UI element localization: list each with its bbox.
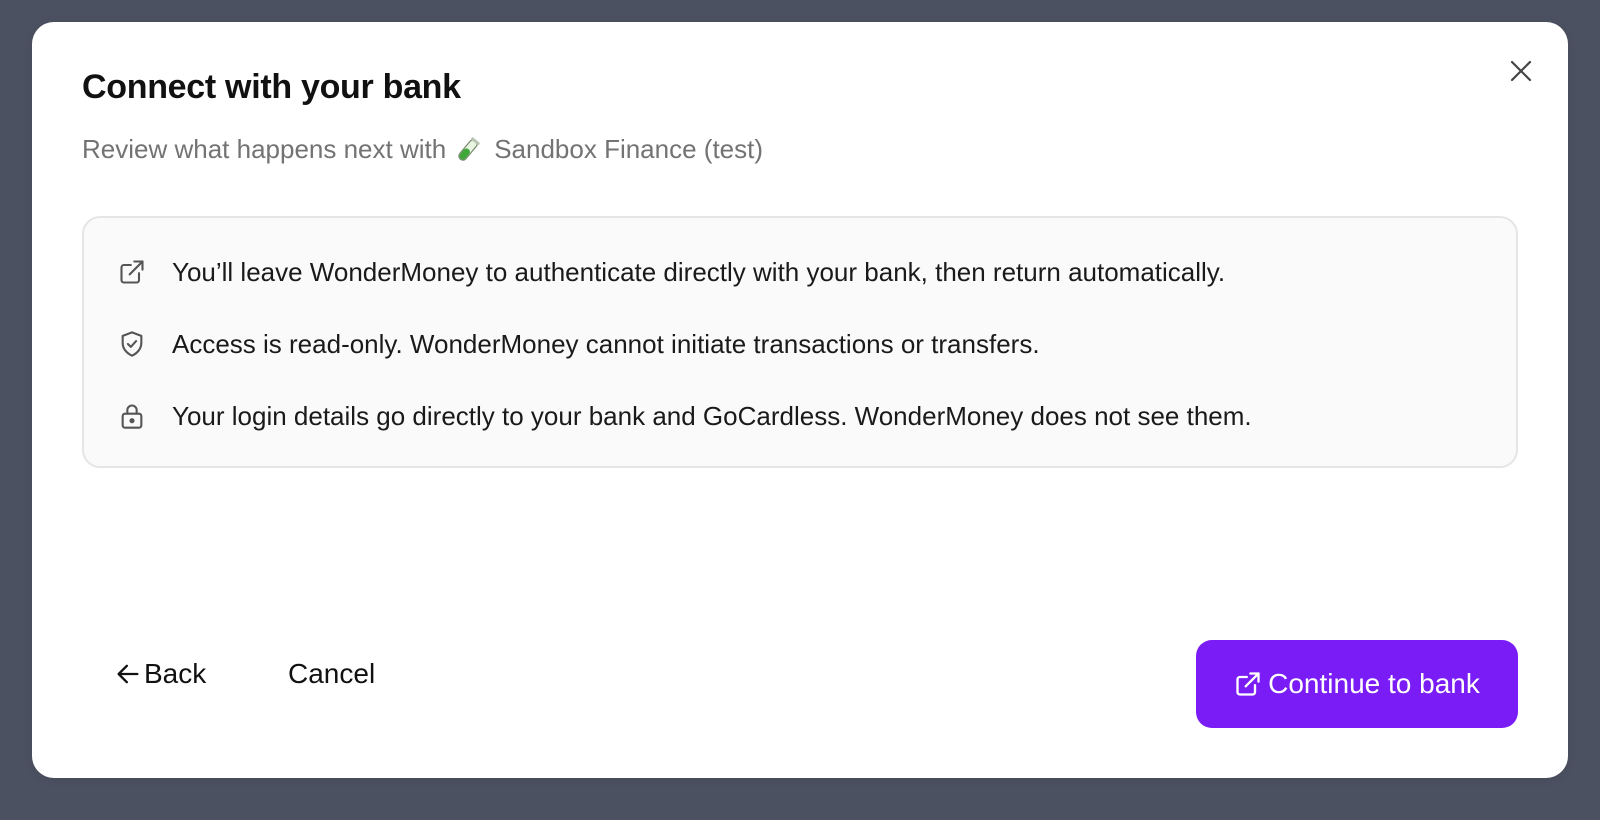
continue-to-bank-button[interactable]: Continue to bank (1196, 640, 1518, 728)
info-text: Your login details go directly to your b… (172, 400, 1252, 431)
info-text: Access is read-only. WonderMoney cannot … (172, 328, 1040, 359)
test-tube-icon (454, 136, 482, 164)
dialog-subtitle: Review what happens next with Sandbox Fi… (82, 134, 763, 165)
info-text: You’ll leave WonderMoney to authenticate… (172, 256, 1226, 287)
back-button[interactable]: Back (114, 648, 206, 700)
close-button[interactable] (1506, 58, 1536, 88)
external-link-icon (116, 256, 148, 288)
info-item-read-only: Access is read-only. WonderMoney cannot … (116, 328, 1040, 360)
shield-check-icon (116, 328, 148, 360)
connect-bank-dialog: Connect with your bank Review what happe… (32, 22, 1568, 778)
external-link-icon (1234, 670, 1262, 698)
close-icon (1509, 59, 1533, 88)
back-label: Back (144, 658, 207, 689)
cancel-button[interactable]: Cancel (288, 648, 375, 700)
subtitle-prefix: Review what happens next with (82, 134, 447, 164)
continue-label: Continue to bank (1268, 668, 1480, 699)
bank-name: Sandbox Finance (test) (494, 134, 764, 164)
dialog-title: Connect with your bank (82, 68, 461, 106)
info-panel: You’ll leave WonderMoney to authenticate… (82, 216, 1518, 468)
info-item-privacy: Your login details go directly to your b… (116, 400, 1252, 432)
lock-icon (116, 400, 148, 432)
arrow-left-icon (114, 660, 142, 688)
info-item-redirect: You’ll leave WonderMoney to authenticate… (116, 256, 1225, 288)
